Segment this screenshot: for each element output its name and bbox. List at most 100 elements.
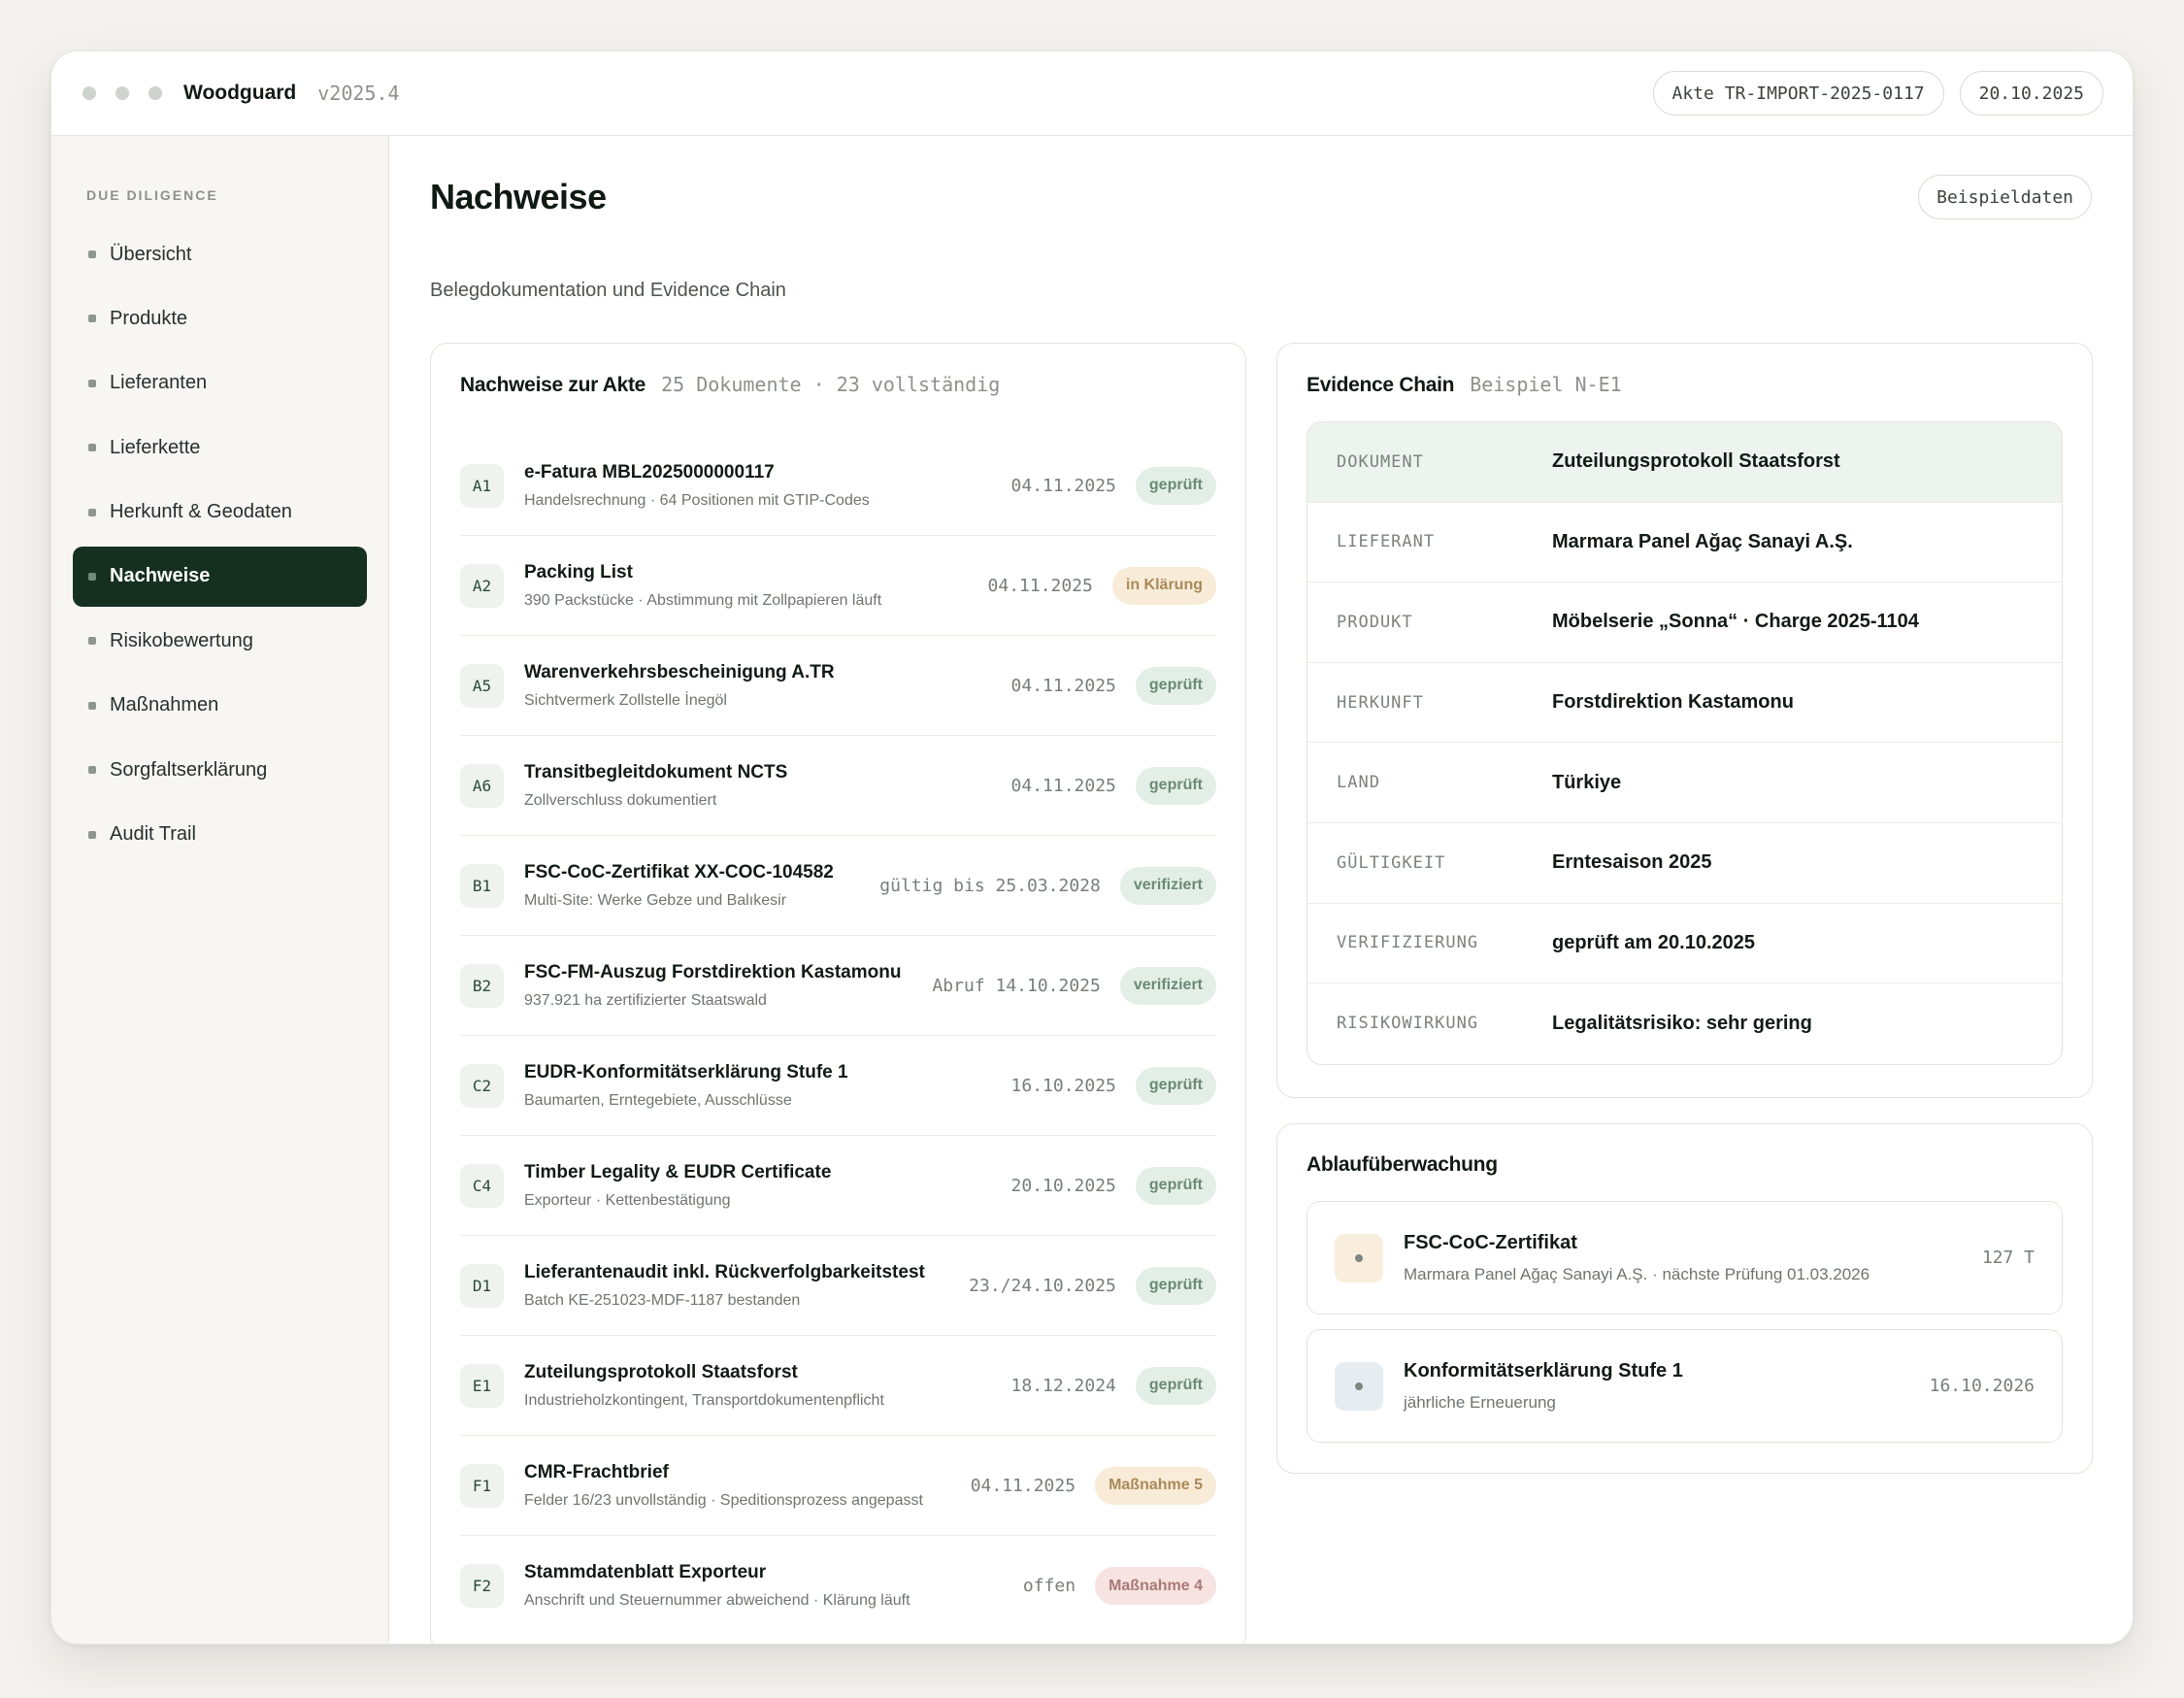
evidence-chain-key: GÜLTIGKEIT	[1337, 852, 1446, 873]
sidebar-item-produkte[interactable]: Produkte	[73, 288, 367, 349]
status-dot-icon	[1335, 1233, 1383, 1282]
document-row[interactable]: F2 Stammdatenblatt Exporteur Anschrift und…	[460, 1536, 1216, 1636]
expiry-remaining: 127 T	[1981, 1248, 2035, 1268]
sidebar-item-label: Lieferkette	[110, 436, 201, 458]
expiry-item[interactable]: FSC-CoC-Zertifikat Marmara Panel Ağaç San…	[1307, 1201, 2063, 1315]
bullet-icon	[88, 701, 96, 710]
document-row[interactable]: D1 Lieferantenaudit inkl. Rückverfolgbark…	[460, 1236, 1216, 1336]
document-row[interactable]: A1 e-Fatura MBL2025000000117 Handelsrechnu…	[460, 436, 1216, 536]
evidence-chain-value: geprüft am 20.10.2025	[1552, 931, 1755, 953]
status-badge[interactable]: geprüft	[1135, 1066, 1216, 1105]
window-close-dot[interactable]	[83, 86, 96, 100]
document-subtitle: 390 Packstücke · Abstimmung mit Zollpapi…	[524, 591, 882, 609]
document-subtitle: Batch KE-251023-MDF-1187 bestanden	[524, 1291, 801, 1309]
document-row[interactable]: C2 EUDR-Konformitätserklärung Stufe 1 Baum…	[460, 1036, 1216, 1136]
document-code: A1	[460, 463, 504, 508]
expiry-text: Konformitätserklärung Stufe 1 jährliche E…	[1404, 1360, 1930, 1413]
document-code: E1	[460, 1363, 504, 1408]
document-row[interactable]: F1 CMR-Frachtbrief Felder 16/23 unvollstän…	[460, 1436, 1216, 1536]
document-title: Lieferantenaudit inkl. Rückverfolgbarkei…	[524, 1261, 925, 1282]
evidence-chain-key: DOKUMENT	[1337, 451, 1424, 472]
document-row[interactable]: A5 Warenverkehrsbescheinigung A.TR Sichtve…	[460, 636, 1216, 736]
evidence-chain-row: HERKUNFT Forstdirektion Kastamonu	[1307, 663, 2062, 744]
document-row[interactable]: C4 Timber Legality & EUDR Certificate Expo…	[460, 1136, 1216, 1236]
documents-list: A1 e-Fatura MBL2025000000117 Handelsrechnu…	[460, 436, 1216, 1636]
document-date: 16.10.2025	[1010, 1075, 1116, 1096]
document-date: 18.12.2024	[1010, 1375, 1116, 1396]
bullet-icon	[88, 508, 96, 516]
window-controls	[83, 86, 162, 100]
dot-icon	[1355, 1253, 1363, 1262]
status-dot-icon	[1335, 1361, 1383, 1411]
case-pill[interactable]: Akte TR-IMPORT-2025-0117	[1652, 71, 1944, 116]
evidence-chain-value: Forstdirektion Kastamonu	[1552, 691, 1794, 714]
sidebar-item-übersicht[interactable]: Übersicht	[73, 224, 367, 284]
document-text: Warenverkehrsbescheinigung A.TR Sichtverm…	[524, 662, 998, 710]
document-row[interactable]: A2 Packing List 390 Packstücke · Abstimmun…	[460, 536, 1216, 636]
bullet-icon	[88, 379, 96, 387]
window-maximize-dot[interactable]	[149, 86, 162, 100]
evidence-chain-value: Türkiye	[1552, 771, 1622, 793]
evidence-chain-title: Evidence Chain	[1307, 374, 1455, 396]
sidebar-item-maßnahmen[interactable]: Maßnahmen	[73, 676, 367, 736]
evidence-chain-card: Evidence Chain Beispiel N-E1 DOKUMENT Zut…	[1276, 343, 2093, 1098]
page-title: Nachweise	[430, 177, 607, 216]
window-minimize-dot[interactable]	[116, 86, 129, 100]
document-text: FSC-CoC-Zertifikat XX-COC-104582 Multi-Si…	[524, 862, 866, 910]
status-badge[interactable]: in Klärung	[1111, 566, 1216, 605]
document-title: Timber Legality & EUDR Certificate	[524, 1161, 832, 1182]
expiry-item[interactable]: Konformitätserklärung Stufe 1 jährliche E…	[1307, 1329, 2063, 1443]
document-date: offen	[1022, 1576, 1076, 1596]
evidence-chain-row: LAND Türkiye	[1307, 743, 2062, 823]
sidebar-item-herkunft-geodaten[interactable]: Herkunft & Geodaten	[73, 483, 367, 543]
status-badge[interactable]: geprüft	[1135, 1366, 1216, 1405]
document-subtitle: Handelsrechnung · 64 Positionen mit GTIP…	[524, 491, 870, 509]
evidence-chain-value: Möbelserie „Sonna“ · Charge 2025-1104	[1552, 611, 1919, 633]
document-row[interactable]: A6 Transitbegleitdokument NCTS Zollverschl…	[460, 736, 1216, 836]
status-badge[interactable]: verifiziert	[1119, 866, 1216, 905]
evidence-chain-key: HERKUNFT	[1337, 692, 1424, 713]
sidebar-item-lieferanten[interactable]: Lieferanten	[73, 353, 367, 414]
sidebar-item-label: Herkunft & Geodaten	[110, 501, 292, 523]
evidence-chain-key: LAND	[1337, 773, 1380, 793]
evidence-chain-row: GÜLTIGKEIT Erntesaison 2025	[1307, 823, 2062, 904]
document-title: EUDR-Konformitätserklärung Stufe 1	[524, 1061, 848, 1082]
document-text: CMR-Frachtbrief Felder 16/23 unvollständi…	[524, 1462, 957, 1510]
sidebar-item-lieferkette[interactable]: Lieferkette	[73, 417, 367, 478]
evidence-chain-value: Erntesaison 2025	[1552, 851, 1712, 874]
date-pill[interactable]: 20.10.2025	[1959, 71, 2103, 116]
sidebar-item-label: Übersicht	[110, 243, 192, 265]
document-date: 04.11.2025	[1010, 675, 1116, 696]
evidence-chain-row: PRODUKT Möbelserie „Sonna“ · Charge 2025-…	[1307, 583, 2062, 663]
document-title: Transitbegleitdokument NCTS	[524, 761, 788, 782]
documents-card: Nachweise zur Akte 25 Dokumente · 23 vol…	[430, 343, 1246, 1644]
document-row[interactable]: B2 FSC-FM-Auszug Forstdirektion Kastamonu…	[460, 936, 1216, 1036]
app-version: v2025.4	[317, 82, 400, 105]
document-row[interactable]: B1 FSC-CoC-Zertifikat XX-COC-104582 Multi-…	[460, 836, 1216, 936]
document-subtitle: 937.921 ha zertifizierter Staatswald	[524, 991, 767, 1009]
status-badge[interactable]: geprüft	[1135, 666, 1216, 705]
status-badge[interactable]: geprüft	[1135, 1166, 1216, 1205]
document-row[interactable]: E1 Zuteilungsprotokoll Staatsforst Industr…	[460, 1336, 1216, 1436]
expiry-title: FSC-CoC-Zertifikat	[1404, 1231, 1577, 1253]
document-subtitle: Baumarten, Erntegebiete, Ausschlüsse	[524, 1091, 792, 1109]
status-badge[interactable]: Maßnahme 5	[1095, 1466, 1216, 1505]
document-subtitle: Zollverschluss dokumentiert	[524, 791, 717, 809]
document-subtitle: Felder 16/23 unvollständig · Speditionsp…	[524, 1491, 923, 1509]
status-badge[interactable]: geprüft	[1135, 466, 1216, 505]
sidebar-item-risikobewertung[interactable]: Risikobewertung	[73, 611, 367, 671]
titlebar: Woodguard v2025.4 Akte TR-IMPORT-2025-01…	[51, 51, 2133, 136]
sidebar-item-audit-trail[interactable]: Audit Trail	[73, 805, 367, 865]
sidebar-item-nachweise[interactable]: Nachweise	[73, 546, 367, 607]
bullet-icon	[88, 637, 96, 646]
sidebar-item-sorgfaltserklärung[interactable]: Sorgfaltserklärung	[73, 740, 367, 800]
status-badge[interactable]: geprüft	[1135, 1266, 1216, 1305]
status-badge[interactable]: verifiziert	[1119, 966, 1216, 1005]
document-title: e-Fatura MBL2025000000117	[524, 461, 775, 483]
app-name: Woodguard	[183, 82, 297, 104]
status-badge[interactable]: geprüft	[1135, 766, 1216, 805]
sidebar-item-label: Risikobewertung	[110, 629, 253, 651]
sample-data-button[interactable]: Beispieldaten	[1918, 175, 2092, 219]
documents-title: Nachweise zur Akte	[460, 374, 646, 396]
status-badge[interactable]: Maßnahme 4	[1095, 1567, 1216, 1605]
